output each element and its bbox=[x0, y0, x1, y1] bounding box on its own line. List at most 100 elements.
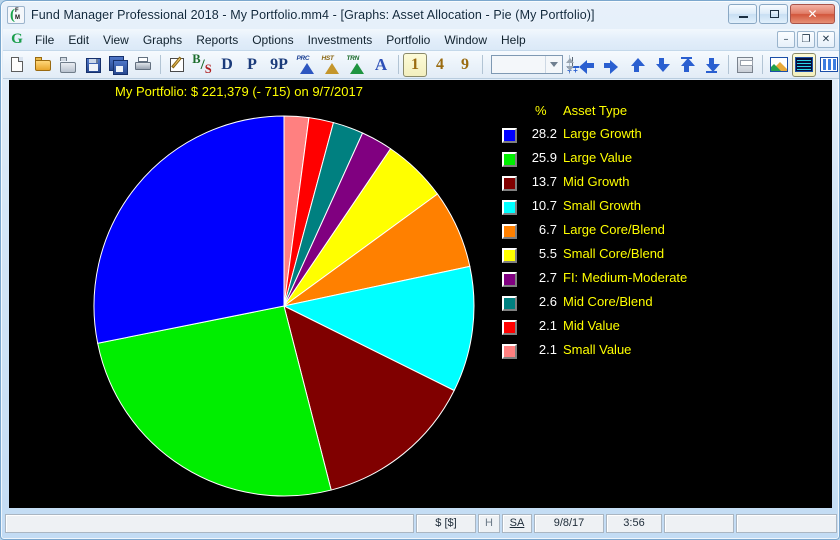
hst-house-icon: HST bbox=[322, 55, 341, 74]
nav-last-button[interactable] bbox=[699, 53, 723, 77]
mdi-minimize-button[interactable]: – bbox=[777, 31, 795, 48]
open-folder-icon bbox=[34, 56, 53, 74]
legend-label: Mid Growth bbox=[563, 174, 630, 189]
nav-down-button[interactable] bbox=[649, 53, 673, 77]
menu-item-options[interactable]: Options bbox=[245, 31, 300, 49]
open-file-button[interactable] bbox=[31, 53, 55, 77]
columns-view-button[interactable] bbox=[817, 53, 840, 77]
edit-note-icon bbox=[168, 56, 187, 74]
a-label: A bbox=[374, 54, 388, 74]
open-readonly-button[interactable] bbox=[56, 53, 80, 77]
menu-item-portfolio[interactable]: Portfolio bbox=[379, 31, 437, 49]
pie-chart-svg bbox=[93, 115, 475, 497]
annotate-button[interactable]: A bbox=[369, 53, 393, 77]
nav-up-button[interactable] bbox=[624, 53, 648, 77]
nine-price-button[interactable]: 9P bbox=[265, 53, 293, 77]
status-message bbox=[5, 513, 414, 533]
status-sa-flag[interactable]: SA bbox=[502, 513, 532, 533]
edit-note-button[interactable] bbox=[165, 53, 189, 77]
trn-button[interactable]: TRN bbox=[344, 53, 368, 77]
close-icon: ✕ bbox=[807, 7, 818, 21]
status-h-flag[interactable]: H bbox=[478, 513, 500, 533]
grid-view-button[interactable] bbox=[792, 52, 816, 77]
pane-9-button[interactable]: 9 bbox=[453, 53, 477, 77]
menu-item-help[interactable]: Help bbox=[494, 31, 533, 49]
save-button[interactable] bbox=[81, 53, 105, 77]
pane-1-button[interactable]: 1 bbox=[403, 52, 427, 77]
pie-slice[interactable] bbox=[93, 115, 285, 344]
hst-button[interactable]: HST bbox=[319, 53, 343, 77]
nav-first-button[interactable] bbox=[674, 53, 698, 77]
pie-chart[interactable] bbox=[92, 114, 476, 498]
legend-row[interactable]: 2.7 FI: Medium-Moderate bbox=[495, 269, 825, 293]
portfolio-select[interactable] bbox=[491, 55, 563, 74]
mdi-restore-button[interactable]: ❐ bbox=[797, 31, 815, 48]
menu-item-edit[interactable]: Edit bbox=[61, 31, 96, 49]
menu-item-graphs[interactable]: Graphs bbox=[136, 31, 189, 49]
pane-4-label: 4 bbox=[436, 55, 444, 73]
9p-label: 9P bbox=[270, 55, 288, 73]
mdi-close-button[interactable]: ✕ bbox=[817, 31, 835, 48]
legend-percent: 13.7 bbox=[531, 174, 557, 189]
application-window: (F M Fund Manager Professional 2018 - My … bbox=[0, 0, 840, 540]
status-currency[interactable]: $ [$] bbox=[416, 513, 476, 533]
menu-item-investments[interactable]: Investments bbox=[301, 31, 380, 49]
calculator-button[interactable] bbox=[733, 53, 757, 77]
menu-item-reports[interactable]: Reports bbox=[189, 31, 245, 49]
dividend-button[interactable]: D bbox=[215, 53, 239, 77]
maximize-button[interactable] bbox=[759, 4, 788, 24]
toolbar: B/S D P 9P PRC HST TRN A 1 4 9 + + bbox=[3, 51, 839, 79]
nav-down-icon bbox=[652, 56, 671, 74]
status-extra-2 bbox=[736, 513, 837, 533]
legend-row[interactable]: 28.2 Large Growth bbox=[495, 125, 825, 149]
legend-row[interactable]: 2.1 Mid Value bbox=[495, 317, 825, 341]
nav-forward-button[interactable] bbox=[599, 53, 623, 77]
chart-canvas[interactable]: My Portfolio: $ 221,379 (- 715) on 9/7/2… bbox=[9, 80, 832, 508]
legend-percent: 2.6 bbox=[538, 294, 557, 309]
legend-row[interactable]: 5.5 Small Core/Blend bbox=[495, 245, 825, 269]
prc-house-icon: PRC bbox=[297, 55, 316, 74]
price-button[interactable]: P bbox=[240, 53, 264, 77]
menu-item-window[interactable]: Window bbox=[437, 31, 494, 49]
legend-row[interactable]: 25.9 Large Value bbox=[495, 149, 825, 173]
status-extra-1 bbox=[664, 513, 734, 533]
percent-button[interactable]: B/S bbox=[190, 52, 214, 77]
graph-view-button[interactable] bbox=[767, 53, 791, 77]
new-file-button[interactable] bbox=[6, 53, 30, 77]
legend-row[interactable]: 2.6 Mid Core/Blend bbox=[495, 293, 825, 317]
trn-house-icon: TRN bbox=[347, 55, 366, 74]
legend-label: Mid Core/Blend bbox=[563, 294, 653, 309]
prc-button[interactable]: PRC bbox=[294, 53, 318, 77]
legend-label: Small Value bbox=[563, 342, 632, 357]
toolbar-separator-6 bbox=[762, 55, 763, 74]
print-icon bbox=[134, 56, 153, 74]
legend-row[interactable]: 10.7 Small Growth bbox=[495, 197, 825, 221]
nav-up-icon bbox=[627, 56, 646, 74]
legend-percent: 10.7 bbox=[531, 198, 557, 213]
window-title: Fund Manager Professional 2018 - My Port… bbox=[31, 8, 595, 22]
menu-item-view[interactable]: View bbox=[96, 31, 136, 49]
minimize-button[interactable] bbox=[728, 4, 757, 24]
calculator-icon bbox=[737, 56, 753, 73]
legend-percent: 25.9 bbox=[531, 150, 557, 165]
legend-percent: 28.2 bbox=[531, 126, 557, 141]
status-bar: $ [$] H SA 9/8/17 3:56 bbox=[5, 512, 837, 534]
pane-4-button[interactable]: 4 bbox=[428, 53, 452, 77]
nav-forward-icon bbox=[602, 56, 621, 74]
legend-row[interactable]: 13.7 Mid Growth bbox=[495, 173, 825, 197]
menu-item-file[interactable]: File bbox=[28, 31, 61, 49]
legend-label: Small Growth bbox=[563, 198, 642, 213]
legend-rows: 28.2 Large Growth 25.9 Large Value 13.7 Mid G… bbox=[495, 125, 825, 365]
save-all-button[interactable] bbox=[106, 53, 130, 77]
save-as-icon bbox=[108, 55, 128, 75]
menu-logo-icon: G bbox=[11, 31, 23, 47]
d-label: D bbox=[221, 55, 233, 73]
nav-back-button[interactable] bbox=[574, 53, 598, 77]
toolbar-separator-2 bbox=[398, 55, 399, 74]
p-label: P bbox=[247, 55, 257, 73]
print-button[interactable] bbox=[131, 53, 155, 77]
legend-row[interactable]: 2.1 Small Value bbox=[495, 341, 825, 365]
legend-row[interactable]: 6.7 Large Core/Blend bbox=[495, 221, 825, 245]
close-button[interactable]: ✕ bbox=[790, 4, 835, 24]
legend-percent: 2.1 bbox=[538, 342, 557, 357]
